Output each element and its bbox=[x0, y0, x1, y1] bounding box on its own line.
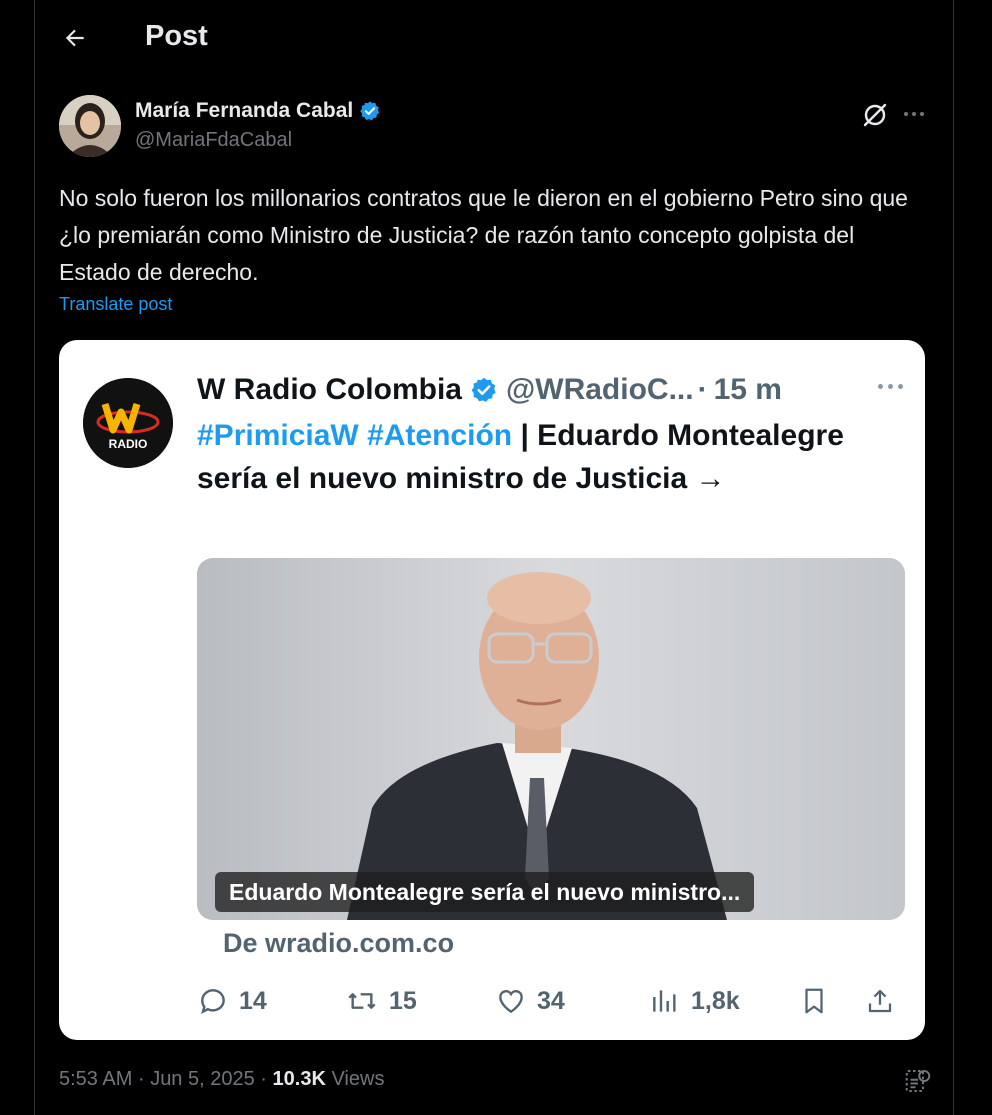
avatar[interactable] bbox=[59, 95, 121, 157]
author-name-text: María Fernanda Cabal bbox=[135, 99, 354, 122]
portrait-photo bbox=[197, 558, 905, 920]
hashtag-link[interactable]: #PrimiciaW bbox=[197, 419, 359, 452]
translate-post-link[interactable]: Translate post bbox=[59, 294, 172, 315]
quoted-post-card[interactable]: RADIO W Radio Colombia @WRadioC... · 15 … bbox=[59, 340, 925, 1040]
quoted-header: W Radio Colombia @WRadioC... · 15 m bbox=[197, 368, 917, 412]
top-bar: Post bbox=[35, 0, 953, 76]
separator-dot: · bbox=[260, 1068, 267, 1090]
page-title: Post bbox=[145, 20, 208, 52]
post-date[interactable]: Jun 5, 2025 bbox=[150, 1068, 255, 1090]
logo-text: RADIO bbox=[109, 437, 148, 451]
analytics-icon bbox=[653, 990, 676, 1012]
post-views-count: 10.3K bbox=[272, 1068, 326, 1090]
separator-dot: · bbox=[697, 373, 708, 406]
author-handle[interactable]: @MariaFdaCabal bbox=[135, 129, 292, 152]
views-button[interactable]: 1,8k bbox=[649, 978, 740, 1024]
reply-button[interactable]: 14 bbox=[197, 978, 267, 1024]
bookmark-icon bbox=[805, 988, 823, 1014]
separator-dot: · bbox=[137, 1068, 145, 1090]
quoted-more-button[interactable] bbox=[878, 384, 903, 389]
dot bbox=[888, 384, 893, 389]
share-icon bbox=[868, 989, 892, 1013]
verified-badge-icon bbox=[471, 377, 496, 402]
share-button[interactable] bbox=[865, 978, 895, 1024]
post-views-label: Views bbox=[331, 1068, 385, 1090]
repost-icon bbox=[348, 993, 376, 1009]
heart-icon bbox=[499, 990, 523, 1014]
post-text: No solo fueron los millonarios contratos… bbox=[59, 185, 908, 285]
dot bbox=[912, 112, 916, 116]
like-button[interactable]: 34 bbox=[495, 978, 565, 1024]
quoted-author-handle[interactable]: @WRadioC... bbox=[506, 373, 694, 407]
reply-count: 14 bbox=[239, 986, 267, 1015]
grok-button[interactable] bbox=[861, 101, 889, 129]
quoted-actions-bar: 14 15 34 1,8k bbox=[197, 978, 907, 1024]
author-name[interactable]: María Fernanda Cabal bbox=[135, 99, 381, 123]
back-button[interactable] bbox=[55, 18, 95, 58]
reply-icon bbox=[201, 989, 225, 1014]
grok-icon bbox=[863, 103, 887, 127]
repost-count: 15 bbox=[389, 986, 417, 1015]
post-time[interactable]: 5:53 AM bbox=[59, 1068, 132, 1090]
quoted-text: #PrimiciaW #Atención | Eduardo Montealeg… bbox=[197, 414, 887, 500]
dot bbox=[898, 384, 903, 389]
post-meta: 5:53 AM · Jun 5, 2025 · 10.3K Views bbox=[59, 1068, 384, 1091]
avatar-image bbox=[59, 95, 121, 157]
post-author: María Fernanda Cabal @MariaFdaCabal bbox=[59, 95, 929, 159]
quoted-author-name[interactable]: W Radio Colombia bbox=[197, 373, 462, 407]
repost-button[interactable]: 15 bbox=[345, 978, 417, 1024]
post-analytics-button[interactable] bbox=[903, 1066, 933, 1096]
link-card-image[interactable]: Eduardo Montealegre sería el nuevo minis… bbox=[197, 558, 905, 920]
verified-badge-icon bbox=[360, 101, 380, 121]
post-column: Post María Fernanda Cabal @MariaFdaCabal bbox=[34, 0, 954, 1115]
dot bbox=[904, 112, 908, 116]
bookmark-button[interactable] bbox=[799, 978, 829, 1024]
wradio-logo[interactable]: RADIO bbox=[83, 378, 173, 468]
views-count: 1,8k bbox=[691, 986, 740, 1015]
wradio-logo-image: RADIO bbox=[83, 378, 173, 468]
dot bbox=[878, 384, 883, 389]
hashtag-link[interactable]: #Atención bbox=[367, 419, 512, 452]
arrow-left-icon bbox=[65, 29, 84, 47]
link-source[interactable]: De wradio.com.co bbox=[223, 928, 454, 959]
dot bbox=[920, 112, 924, 116]
quoted-timestamp[interactable]: 15 m bbox=[714, 373, 782, 407]
more-options-button[interactable] bbox=[899, 103, 929, 125]
link-card-title: Eduardo Montealegre sería el nuevo minis… bbox=[215, 872, 755, 912]
like-count: 34 bbox=[537, 986, 565, 1015]
analytics-summary-icon bbox=[905, 1070, 931, 1092]
